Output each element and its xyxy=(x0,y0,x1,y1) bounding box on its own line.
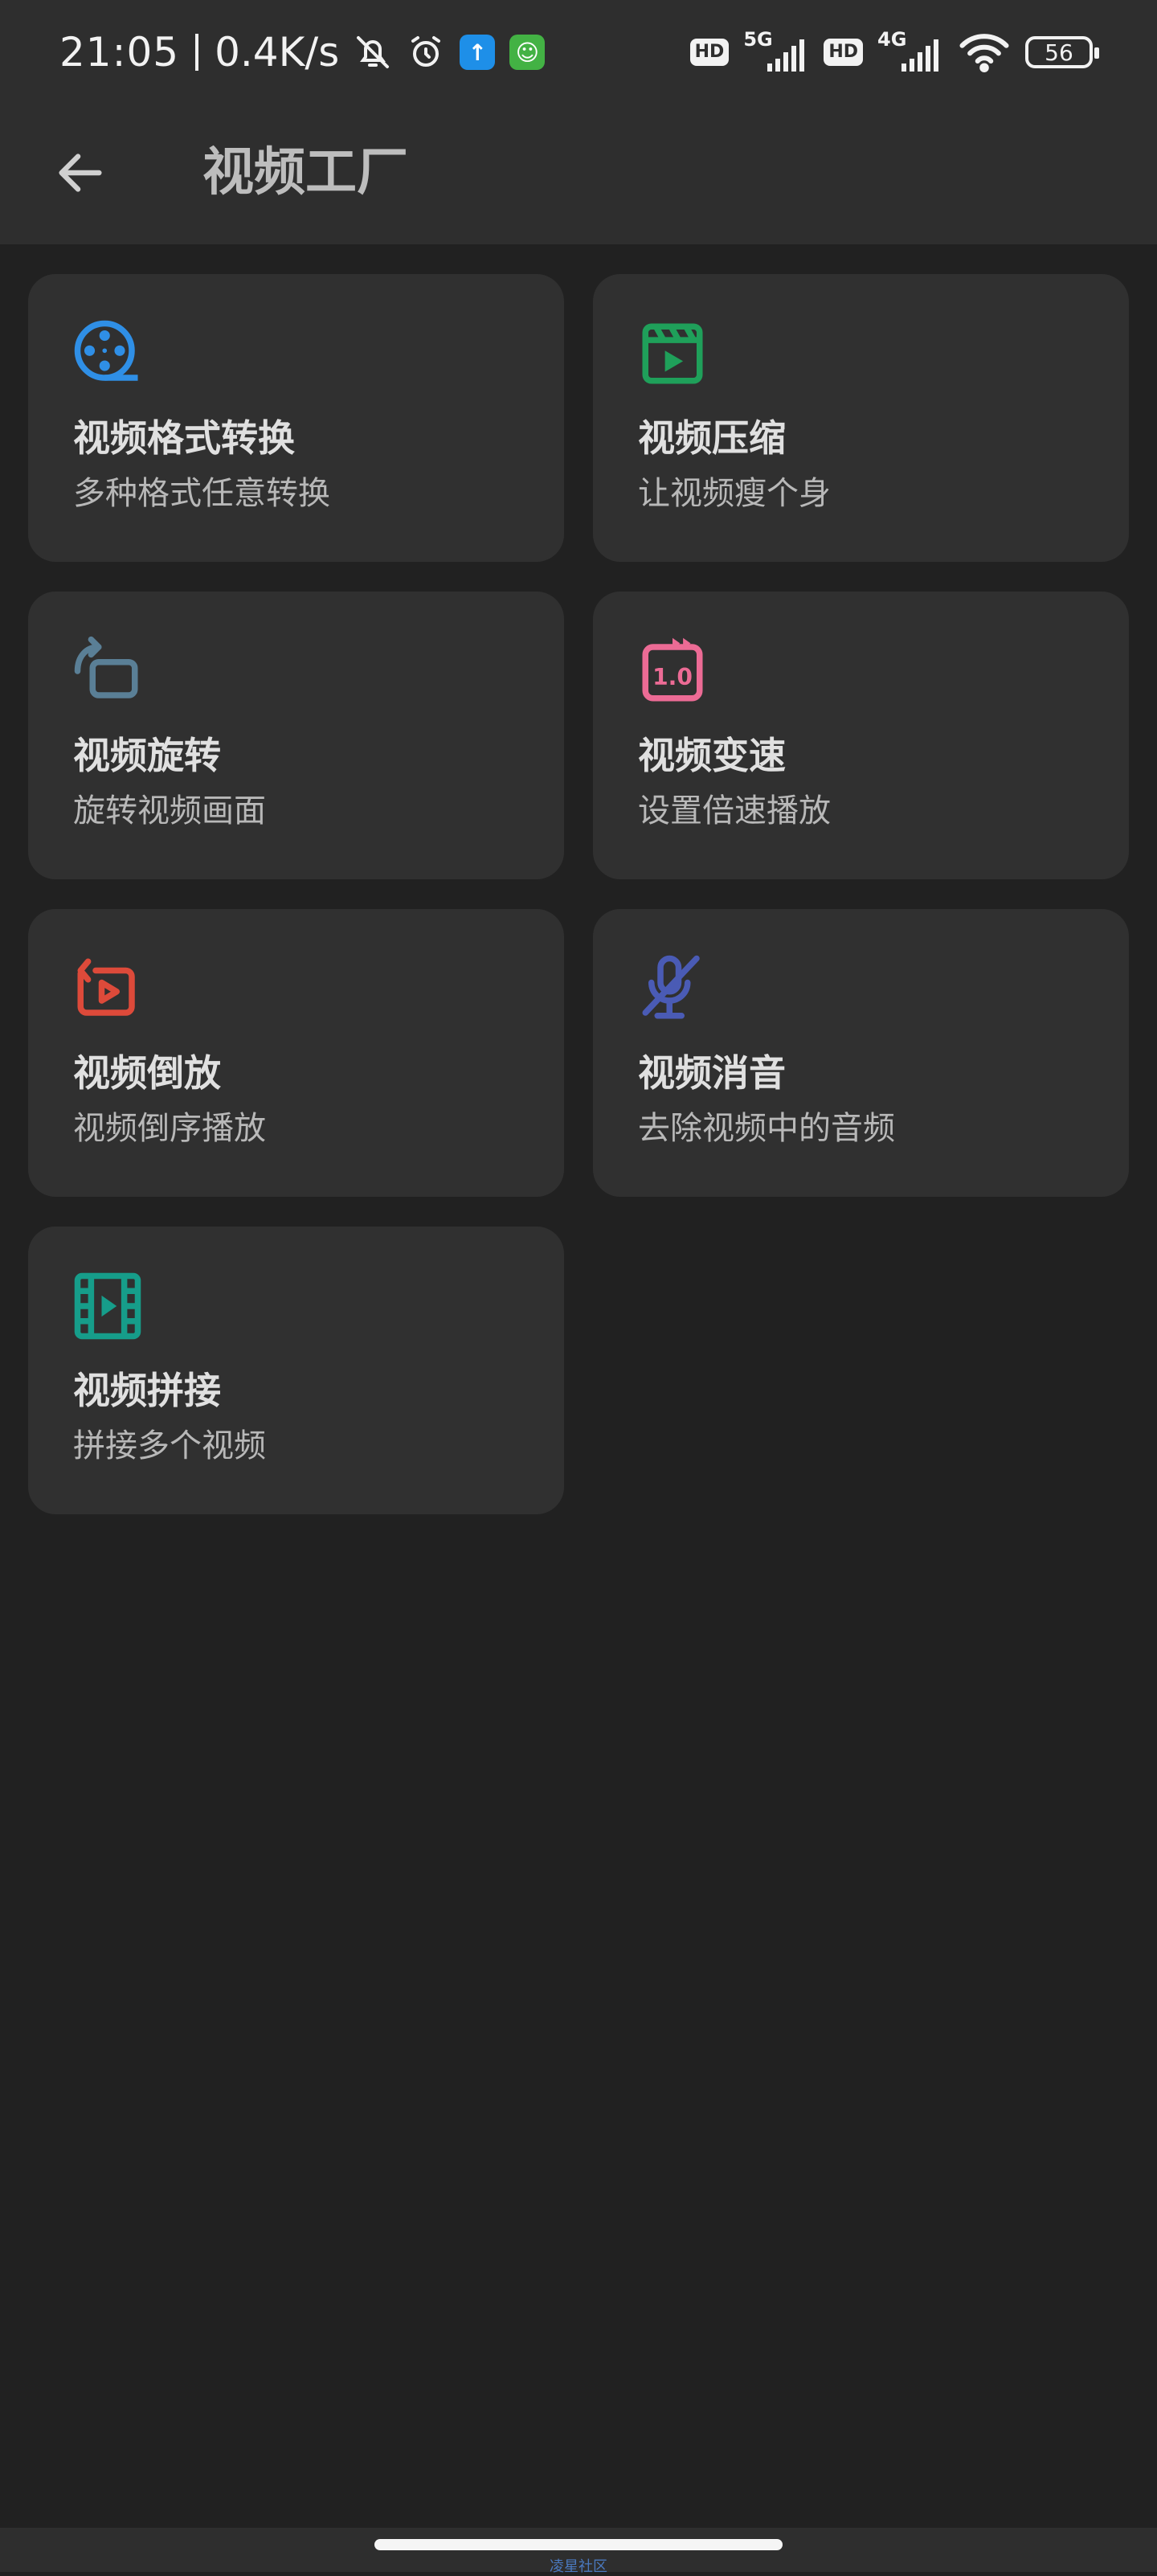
hd-badge: HD xyxy=(689,39,730,66)
watermark-text: 凌星社区 xyxy=(550,2558,607,2575)
film-reel-icon xyxy=(74,320,138,381)
rotate-icon xyxy=(74,636,138,698)
status-right: HD 5G HD 4G 56 xyxy=(689,24,1099,80)
tool-card-format-convert[interactable]: 视频格式转换 多种格式任意转换 xyxy=(28,274,564,562)
tool-title: 视频消音 xyxy=(638,1051,786,1095)
gesture-nav-bar: 凌星社区 xyxy=(0,2528,1157,2575)
tool-title: 视频倒放 xyxy=(73,1051,221,1095)
status-divider xyxy=(195,34,199,71)
mic-off-icon xyxy=(642,955,700,1019)
tool-title: 视频格式转换 xyxy=(73,416,295,460)
hd-badge-2: HD xyxy=(824,39,863,66)
home-indicator[interactable] xyxy=(374,2539,783,2550)
battery-indicator: 56 xyxy=(1025,36,1099,68)
tool-card-merge[interactable]: 视频拼接 拼接多个视频 xyxy=(28,1227,564,1514)
alarm-icon xyxy=(407,33,445,72)
tool-card-mute[interactable]: 视频消音 去除视频中的音频 xyxy=(593,909,1129,1197)
signal-4g-icon: 4G xyxy=(877,28,943,76)
speed-icon: 1.0 xyxy=(642,637,703,702)
svg-text:1.0: 1.0 xyxy=(652,664,693,690)
battery-level: 56 xyxy=(1045,39,1073,66)
tool-card-reverse[interactable]: 视频倒放 视频倒序播放 xyxy=(28,909,564,1197)
status-left: 21:05 0.4K/s ↑ ☺ xyxy=(59,24,546,80)
tool-subtitle: 拼接多个视频 xyxy=(73,1427,266,1464)
back-button[interactable] xyxy=(40,133,121,213)
tool-title: 视频拼接 xyxy=(73,1369,221,1412)
signal-5g-icon: 5G xyxy=(743,28,809,76)
tool-title: 视频变速 xyxy=(638,734,786,777)
tool-title: 视频压缩 xyxy=(638,416,786,460)
android-app-icon: ☺ xyxy=(509,35,546,70)
tool-card-speed[interactable]: 1.0 视频变速 设置倍速播放 xyxy=(593,592,1129,879)
tool-subtitle: 多种格式任意转换 xyxy=(73,475,330,512)
status-net-speed: 0.4K/s xyxy=(215,29,340,76)
bell-off-icon xyxy=(354,33,392,72)
wifi-icon xyxy=(958,32,1011,72)
tool-subtitle: 去除视频中的音频 xyxy=(638,1110,895,1147)
tool-card-compress[interactable]: 视频压缩 让视频瘦个身 xyxy=(593,274,1129,562)
tool-subtitle: 让视频瘦个身 xyxy=(638,475,831,512)
tool-card-rotate[interactable]: 视频旋转 旋转视频画面 xyxy=(28,592,564,879)
reverse-play-icon xyxy=(77,958,135,1016)
tool-subtitle: 设置倍速播放 xyxy=(638,792,831,829)
upload-app-icon: ↑ xyxy=(460,35,496,70)
status-bar: 21:05 0.4K/s ↑ ☺ HD 5G HD 4G 56 xyxy=(0,0,1157,104)
tool-subtitle: 视频倒序播放 xyxy=(73,1110,266,1147)
arrow-left-icon xyxy=(59,154,102,192)
status-time: 21:05 xyxy=(59,29,180,76)
tool-title: 视频旋转 xyxy=(73,734,221,777)
app-bar: 视频工厂 xyxy=(0,104,1157,244)
tool-subtitle: 旋转视频画面 xyxy=(73,792,266,829)
film-strip-icon xyxy=(74,1272,141,1340)
tool-grid: 视频格式转换 多种格式任意转换 视频压缩 让视频瘦个身 视频旋转 旋转视频画面 … xyxy=(28,274,1129,1514)
video-clapper-icon xyxy=(642,323,703,384)
page-title: 视频工厂 xyxy=(202,143,408,203)
